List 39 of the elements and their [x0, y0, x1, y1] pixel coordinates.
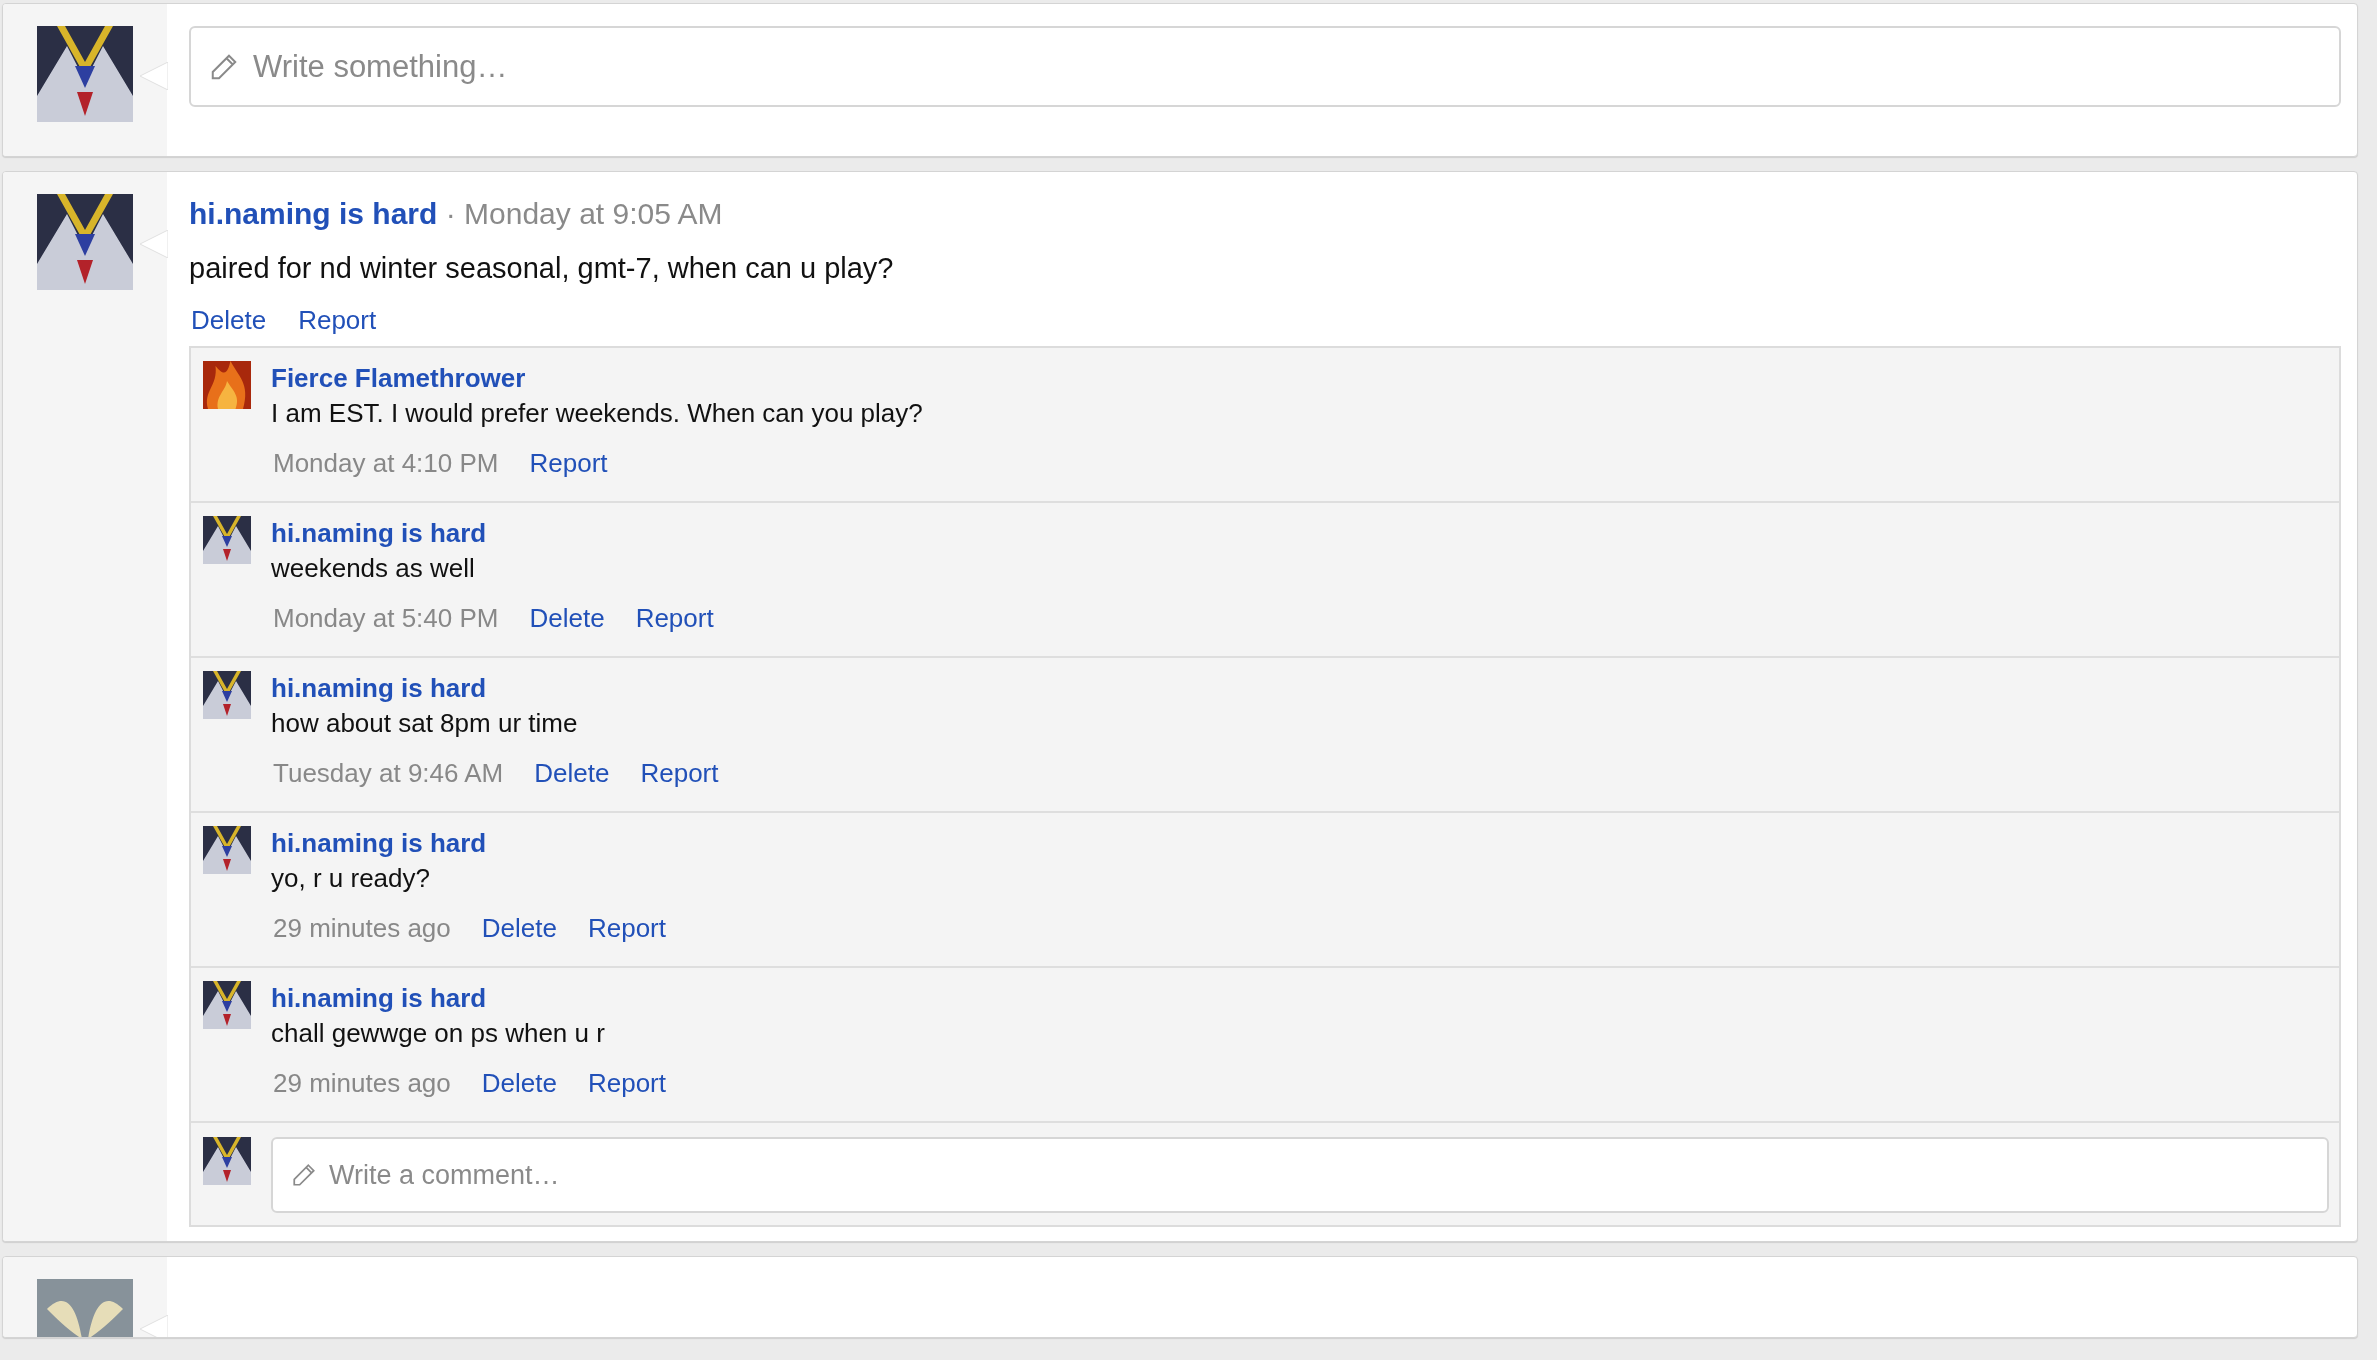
action-link[interactable]: Delete: [481, 910, 557, 946]
timestamp: Monday at 9:05 AM: [464, 197, 723, 230]
action-link[interactable]: Report: [587, 1065, 666, 1101]
post-text: paired for nd winter seasonal, gmt-7, when can u play?: [189, 251, 895, 286]
action-link[interactable]: Delete: [191, 302, 267, 338]
post-input-field[interactable]: Write something…: [189, 26, 2341, 107]
timestamp: Monday at 5:40 PM: [273, 602, 499, 635]
author-link[interactable]: hi.naming is hard: [271, 673, 487, 703]
comment-text: yo, r u ready?: [271, 862, 431, 895]
avatar-image: [203, 516, 251, 564]
avatar-image: [203, 1137, 251, 1185]
action-link[interactable]: Report: [587, 910, 666, 946]
author-link[interactable]: Fierce Flamethrower: [271, 363, 526, 393]
timestamp: Monday at 4:10 PM: [273, 447, 499, 480]
avatar-image: [203, 826, 251, 874]
comment-text: I am EST. I would prefer weekends. When can you play?: [271, 397, 924, 430]
timestamp: Tuesday at 9:46 AM: [273, 757, 504, 790]
comment-text: how about sat 8pm ur time: [271, 707, 579, 740]
separator-dot: ·: [445, 197, 456, 230]
author-link[interactable]: hi.naming is hard: [271, 983, 487, 1013]
action-link[interactable]: Report: [640, 755, 719, 791]
avatar-image: [203, 671, 251, 719]
author-link[interactable]: hi.naming is hard: [271, 518, 487, 548]
author-link[interactable]: hi.naming is hard: [189, 197, 438, 230]
author-link[interactable]: hi.naming is hard: [271, 828, 487, 858]
comment-text: weekends as well: [271, 552, 476, 585]
action-link[interactable]: Report: [298, 302, 377, 338]
comment-text: chall gewwge on ps when u r: [271, 1017, 606, 1050]
action-link[interactable]: Delete: [529, 600, 605, 636]
timestamp: 29 minutes ago: [273, 912, 451, 945]
timestamp: 29 minutes ago: [273, 1067, 451, 1100]
action-link[interactable]: Delete: [481, 1065, 557, 1101]
avatar-image: [203, 361, 251, 409]
action-link[interactable]: Report: [635, 600, 714, 636]
action-link[interactable]: Report: [529, 445, 608, 481]
action-link[interactable]: Delete: [534, 755, 610, 791]
pencil-icon: [291, 1162, 317, 1188]
avatar-image: [203, 981, 251, 1029]
comment-input-field[interactable]: Write a comment…: [271, 1137, 2329, 1213]
